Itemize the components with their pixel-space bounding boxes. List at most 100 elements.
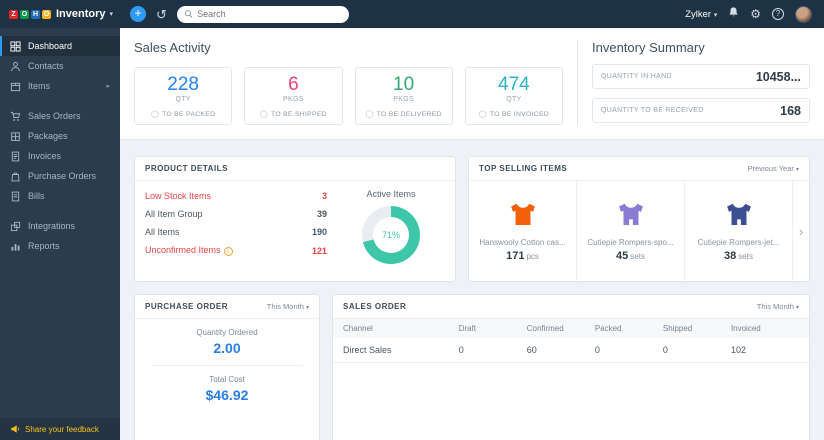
logo-letter: H [31, 9, 40, 19]
chevron-down-icon: ▾ [795, 167, 799, 173]
topbar-right: Zylker ▾ ⚙ ? [685, 5, 814, 23]
bill-doc-icon [11, 191, 20, 201]
vertical-divider [577, 40, 578, 125]
stat-to-be-delivered[interactable]: 10 Pkgs ◯ TO BE DELIVERED [354, 67, 453, 125]
purchase-order-range-select[interactable]: This Month ▾ [267, 302, 309, 311]
logo-letter: O [20, 9, 29, 19]
product-name: Inventory [56, 8, 106, 20]
sales-activity-title: Sales Activity [134, 40, 211, 55]
sidebar-item-invoices[interactable]: Invoices [0, 146, 120, 166]
next-items-arrow[interactable]: › [793, 181, 809, 281]
sidebar-item-label: Invoices [28, 151, 62, 161]
sidebar-item-packages[interactable]: Packages [0, 126, 120, 146]
stat-value: 228 [167, 74, 199, 95]
chevron-down-icon: ▾ [305, 305, 309, 311]
stat-to-be-shipped[interactable]: 6 Pkgs ◯ TO BE SHIPPED [244, 67, 343, 125]
row-label: All Item Group [145, 209, 203, 219]
quick-add-button[interactable]: + [130, 6, 146, 22]
column-header: Confirmed [526, 324, 564, 333]
active-items-widget: Active Items 71% [337, 187, 445, 264]
table-row[interactable]: Direct Sales 0 60 0 0 102 [333, 338, 809, 363]
summary-band: Sales Activity 228 Qty ◯ TO BE PACKED 6 P… [120, 28, 824, 140]
clock-icon: ◯ [365, 111, 374, 118]
stat-label: TO BE PACKED [162, 110, 216, 118]
top-selling-item[interactable]: Cutiepie Rompers-spo... 45 sets [577, 181, 685, 281]
stat-value: 10 [393, 74, 415, 95]
quantity-to-be-received-row: QUANTITY TO BE RECEIVED 168 [592, 98, 810, 123]
info-icon: i [223, 247, 233, 256]
sales-order-card: SALES ORDER This Month ▾ Channel Draft C… [332, 294, 810, 440]
sidebar-item-items[interactable]: Items ▸ [0, 76, 120, 96]
reports-chart-icon [11, 243, 20, 251]
top-selling-items-card: TOP SELLING ITEMS Previous Year ▾ Hanswo… [468, 156, 810, 282]
notifications-bell-icon[interactable] [728, 6, 739, 22]
item-unit: sets [630, 252, 645, 261]
user-avatar[interactable] [795, 5, 812, 23]
inventory-summary-title: Inventory Summary [592, 40, 705, 55]
donut-label: Active Items [366, 189, 416, 199]
package-icon [11, 131, 20, 141]
cell-draft: 0 [458, 345, 464, 355]
sidebar-item-bills[interactable]: Bills [0, 186, 120, 206]
cell-invoiced: 102 [730, 345, 746, 355]
column-header: Draft [458, 324, 477, 333]
sidebar-item-label: Items [28, 81, 51, 91]
sidebar-item-dashboard[interactable]: Dashboard [0, 36, 120, 56]
dashboard-grid: PRODUCT DETAILS Low Stock Items 3 All It… [120, 140, 824, 440]
chevron-down-icon: ▾ [713, 11, 718, 19]
org-switcher[interactable]: Zylker ▾ [685, 9, 717, 20]
top-selling-item[interactable]: Cutiepie Rompers-jet... 38 sets [685, 181, 793, 281]
inventory-summary-section: Inventory Summary QUANTITY IN HAND 10458… [592, 40, 810, 125]
sidebar-divider [0, 96, 120, 106]
card-title: PURCHASE ORDER [145, 302, 229, 311]
clock-icon: ◯ [478, 111, 487, 118]
app-logo[interactable]: Z O H O Inventory ▾ [0, 8, 120, 20]
sidebar-item-purchase-orders[interactable]: Purchase Orders [0, 166, 120, 186]
chevron-right-icon: ▸ [106, 83, 110, 90]
chevron-down-icon: ▾ [109, 11, 114, 18]
row-label: Low Stock Items [145, 191, 212, 201]
cell-packed: 0 [594, 345, 600, 355]
low-stock-items-row[interactable]: Low Stock Items 3 [145, 187, 327, 205]
clock-icon: ◯ [150, 111, 160, 118]
sidebar-item-contacts[interactable]: Contacts [0, 56, 120, 76]
row-value: 39 [316, 209, 327, 219]
stat-unit: Qty [506, 96, 522, 103]
shopping-bag-icon [11, 172, 20, 181]
sidebar-item-integrations[interactable]: Integrations [0, 216, 120, 236]
cart-icon [10, 111, 21, 121]
sales-activity-section: Sales Activity 228 Qty ◯ TO BE PACKED 6 P… [134, 40, 563, 125]
sidebar-item-sales-orders[interactable]: Sales Orders [0, 106, 120, 126]
product-details-list: Low Stock Items 3 All Item Group 39 All … [145, 187, 337, 264]
all-item-group-row[interactable]: All Item Group 39 [145, 205, 327, 223]
help-icon[interactable]: ? [772, 8, 784, 20]
recent-history-icon[interactable]: ↺ [156, 8, 167, 21]
row-label: QUANTITY IN HAND [601, 73, 672, 80]
divider [151, 365, 303, 366]
item-qty: 38 [724, 250, 737, 262]
settings-gear-icon[interactable]: ⚙ [750, 8, 761, 20]
top-selling-range-select[interactable]: Previous Year ▾ [748, 164, 799, 173]
stat-to-be-packed[interactable]: 228 Qty ◯ TO BE PACKED [134, 67, 233, 125]
unconfirmed-items-row[interactable]: Unconfirmed Items i 121 [145, 241, 327, 260]
stat-label: TO BE DELIVERED [376, 110, 442, 118]
item-unit: pcs [526, 252, 539, 261]
card-title: SALES ORDER [343, 302, 407, 311]
sidebar-item-reports[interactable]: Reports [0, 236, 120, 256]
share-feedback-button[interactable]: Share your feedback [0, 418, 120, 440]
row-value: 10458... [755, 69, 801, 84]
global-search[interactable] [176, 5, 349, 23]
product-details-card: PRODUCT DETAILS Low Stock Items 3 All It… [134, 156, 456, 282]
sales-order-range-select[interactable]: This Month ▾ [757, 302, 799, 311]
top-selling-item[interactable]: Hanswooly Cotton cas... 171 pcs [469, 181, 577, 281]
stat-to-be-invoiced[interactable]: 474 Qty ◯ TO BE INVOICED [464, 67, 563, 125]
quantity-ordered-label: Quantity Ordered [196, 328, 258, 337]
item-image-romper [616, 200, 646, 235]
item-image-romper [724, 200, 754, 235]
row-value: 190 [311, 227, 327, 237]
all-items-row[interactable]: All Items 190 [145, 223, 327, 241]
stat-label: TO BE INVOICED [489, 110, 550, 118]
search-input[interactable] [197, 9, 342, 19]
card-title: TOP SELLING ITEMS [479, 164, 568, 173]
search-icon [184, 10, 193, 18]
